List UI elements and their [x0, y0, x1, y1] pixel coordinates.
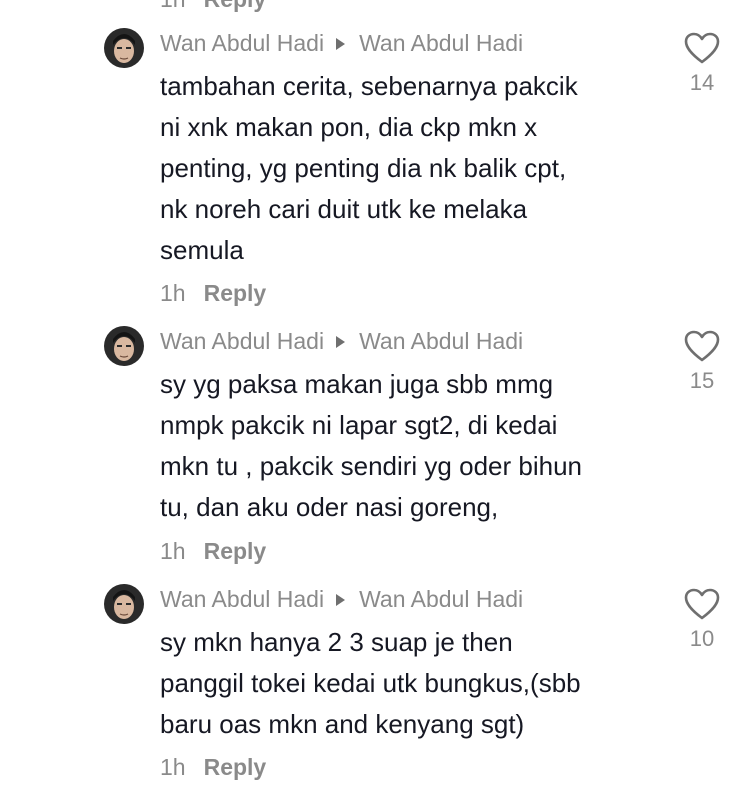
comment-thread: 1h Reply Wan Abdul Hadi Wan Abdul Hadi ta…	[0, 0, 750, 790]
comment-line: panggil tokei kedai utk bungkus,(sbb	[160, 668, 581, 698]
comment-time: 1h	[160, 280, 186, 306]
comment-line: mkn tu , pakcik sendiri yg oder bihun	[160, 451, 582, 481]
comment-line: semula	[160, 235, 244, 265]
reply-button[interactable]: Reply	[204, 754, 267, 780]
comment-line: penting, yg penting dia nk balik cpt,	[160, 153, 567, 183]
like-count: 15	[689, 368, 715, 393]
like-button[interactable]: 10	[683, 588, 721, 652]
comment-text: tambahan cerita, sebenarnya pakcik ni xn…	[160, 66, 660, 271]
triangle-right-icon	[336, 335, 346, 348]
reply-button[interactable]: Reply	[204, 0, 267, 12]
author-name[interactable]: Wan Abdul Hadi	[160, 328, 324, 355]
heart-outline-icon[interactable]	[684, 588, 720, 620]
reply-to-name[interactable]: Wan Abdul Hadi	[359, 30, 523, 57]
comment-meta: 1h Reply	[160, 538, 266, 565]
comment-line: tambahan cerita, sebenarnya pakcik	[160, 71, 578, 101]
avatar[interactable]	[104, 584, 144, 624]
comment-line: baru oas mkn and kenyang sgt)	[160, 709, 525, 739]
like-count: 14	[689, 70, 715, 95]
reply-button[interactable]: Reply	[204, 538, 267, 564]
comment-time: 1h	[160, 754, 186, 780]
author-name[interactable]: Wan Abdul Hadi	[160, 30, 324, 57]
comment-text: sy yg paksa makan juga sbb mmg nmpk pakc…	[160, 364, 660, 528]
comment-line: ni xnk makan pon, dia ckp mkn x	[160, 112, 538, 142]
reply-button[interactable]: Reply	[204, 280, 267, 306]
like-count: 10	[689, 626, 715, 651]
like-button[interactable]: 15	[683, 330, 721, 394]
previous-comment-meta: 1h Reply	[160, 0, 266, 13]
comment-header: Wan Abdul Hadi Wan Abdul Hadi	[160, 30, 523, 57]
reply-to-name[interactable]: Wan Abdul Hadi	[359, 586, 523, 613]
avatar[interactable]	[104, 28, 144, 68]
triangle-right-icon	[336, 593, 346, 606]
comment-line: nk noreh cari duit utk ke melaka	[160, 194, 528, 224]
author-name[interactable]: Wan Abdul Hadi	[160, 586, 324, 613]
like-button[interactable]: 14	[683, 32, 721, 96]
avatar[interactable]	[104, 326, 144, 366]
comment-header: Wan Abdul Hadi Wan Abdul Hadi	[160, 586, 523, 613]
comment-meta: 1h Reply	[160, 280, 266, 307]
triangle-right-icon	[336, 37, 346, 50]
comment-time: 1h	[160, 538, 186, 564]
heart-outline-icon[interactable]	[684, 32, 720, 64]
comment-header: Wan Abdul Hadi Wan Abdul Hadi	[160, 328, 523, 355]
comment-line: sy mkn hanya 2 3 suap je then	[160, 627, 513, 657]
comment-line: tu, dan aku oder nasi goreng,	[160, 492, 499, 522]
comment-time: 1h	[160, 0, 186, 12]
comment-text: sy mkn hanya 2 3 suap je then panggil to…	[160, 622, 660, 745]
heart-outline-icon[interactable]	[684, 330, 720, 362]
comment-meta: 1h Reply	[160, 754, 266, 781]
comment-line: sy yg paksa makan juga sbb mmg	[160, 369, 554, 399]
reply-to-name[interactable]: Wan Abdul Hadi	[359, 328, 523, 355]
comment-line: nmpk pakcik ni lapar sgt2, di kedai	[160, 410, 558, 440]
